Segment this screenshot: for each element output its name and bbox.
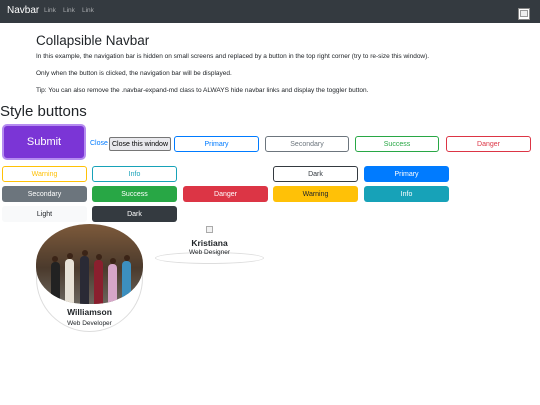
warning-button[interactable]: Warning (273, 186, 358, 202)
outline-dark-button[interactable]: Dark (273, 166, 358, 182)
person-head (124, 255, 130, 261)
light-button[interactable]: Light (2, 206, 87, 222)
navbar-toggler-icon[interactable] (518, 8, 530, 20)
intro-paragraph-3: Tip: You can also remove the .navbar-exp… (36, 87, 369, 94)
person-figure (65, 259, 74, 304)
group-photo (36, 224, 143, 304)
card-role: Web Designer (188, 249, 231, 256)
nav-link-1[interactable]: Link (44, 7, 56, 14)
outline-warning-button[interactable]: Warning (2, 166, 87, 182)
page-title: Collapsible Navbar (36, 33, 150, 48)
close-window-button[interactable]: Close this window (109, 137, 171, 151)
person-head (110, 258, 116, 264)
person-figure (51, 262, 60, 304)
close-link[interactable]: Close (90, 140, 108, 147)
nav-link-3[interactable]: Link (82, 7, 94, 14)
person-figure (122, 261, 131, 304)
outline-primary-button[interactable]: Primary (174, 136, 259, 152)
dark-button[interactable]: Dark (92, 206, 177, 222)
card-name: Kristiana (191, 238, 228, 248)
intro-paragraph-2: Only when the button is clicked, the nav… (36, 70, 232, 77)
broken-image-icon (206, 226, 213, 233)
section-title: Style buttons (0, 103, 87, 120)
success-button[interactable]: Success (92, 186, 177, 202)
outline-info-button[interactable]: Info (92, 166, 177, 182)
primary-button[interactable]: Primary (364, 166, 449, 182)
navbar-brand[interactable]: Navbar (7, 5, 39, 16)
outline-secondary-button[interactable]: Secondary (265, 136, 349, 152)
secondary-button[interactable]: Secondary (2, 186, 87, 202)
person-figure (80, 256, 89, 304)
outline-danger-button[interactable]: Danger (446, 136, 531, 152)
info-button[interactable]: Info (364, 186, 449, 202)
person-figure (108, 264, 117, 304)
navbar: Navbar Link Link Link (0, 0, 540, 23)
person-head (96, 254, 102, 260)
person-head (52, 256, 58, 262)
intro-paragraph-1: In this example, the navigation bar is h… (36, 53, 430, 60)
person-figure (94, 260, 103, 304)
card-name: Williamson (67, 307, 112, 317)
danger-button[interactable]: Danger (183, 186, 268, 202)
outline-success-button[interactable]: Success (355, 136, 439, 152)
person-head (82, 250, 88, 256)
nav-link-2[interactable]: Link (63, 7, 75, 14)
person-head (67, 253, 73, 259)
submit-button[interactable]: Submit (2, 124, 86, 160)
card-role: Web Developer (67, 320, 112, 327)
